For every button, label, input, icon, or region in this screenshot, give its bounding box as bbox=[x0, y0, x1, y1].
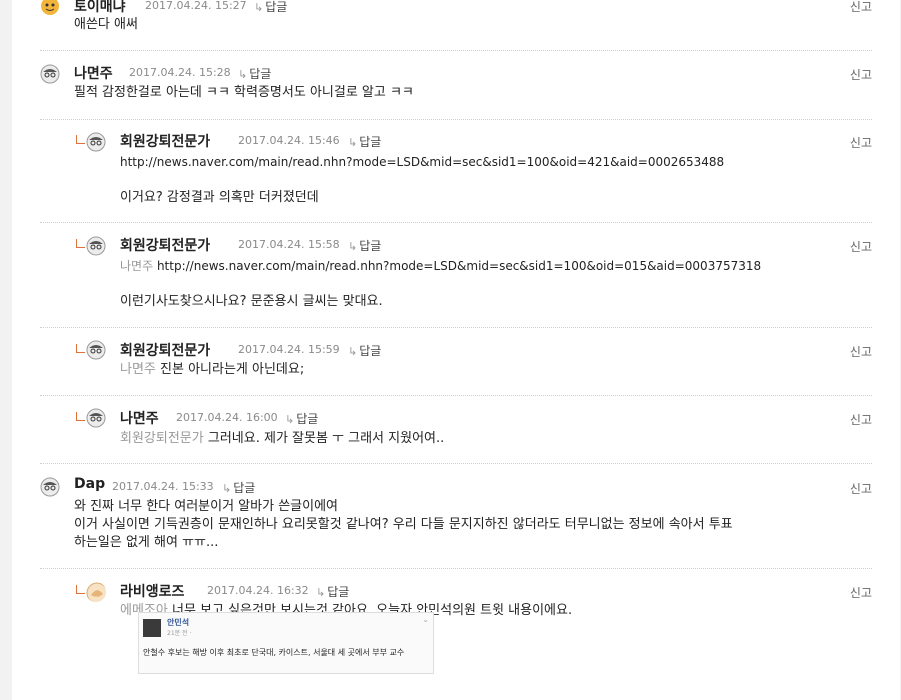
report-button[interactable]: 신고 bbox=[850, 0, 872, 15]
reply-arrow-icon: ↳ bbox=[285, 413, 295, 426]
report-button[interactable]: 신고 bbox=[850, 343, 872, 360]
reply-indent-marker bbox=[76, 412, 85, 421]
comment-text: 하는일은 없게 해여 ㅠㅠ... bbox=[74, 535, 219, 550]
comment-nick[interactable]: 회원강퇴전문가 bbox=[120, 340, 210, 360]
avatar bbox=[40, 477, 60, 497]
divider bbox=[40, 395, 872, 396]
reply-button[interactable]: ↳ 답글 bbox=[238, 65, 271, 82]
report-button[interactable]: 신고 bbox=[850, 411, 872, 428]
divider bbox=[40, 463, 872, 464]
comment-date: 2017.04.24. 15:58 bbox=[238, 238, 340, 251]
comment-nick[interactable]: 회원강퇴전문가 bbox=[120, 131, 210, 151]
comment-link-row: 나면주 http://news.naver.com/main/read.nhn?… bbox=[120, 257, 761, 275]
reply-indent-marker bbox=[76, 585, 85, 594]
comment-nick[interactable]: 나면주 bbox=[74, 63, 113, 83]
reply-arrow-icon: ↳ bbox=[238, 68, 248, 81]
comment-link[interactable]: http://news.naver.com/main/read.nhn?mode… bbox=[157, 259, 761, 273]
comment-text: 진본 아니라는게 아닌데요; bbox=[160, 362, 305, 377]
reply-button[interactable]: ↳ 답글 bbox=[316, 583, 349, 600]
comment-panel: 토이매냐 2017.04.24. 15:27 ↳ 답글 신고 애쓴다 애써 나면주… bbox=[12, 0, 900, 700]
chevron-down-icon: ⌄ bbox=[422, 615, 429, 624]
reply-button[interactable]: ↳ 답글 bbox=[222, 479, 255, 496]
comment-nick[interactable]: 토이매냐 bbox=[74, 0, 126, 16]
comment-date: 2017.04.24. 15:59 bbox=[238, 343, 340, 356]
report-button[interactable]: 신고 bbox=[850, 134, 872, 151]
reply-button[interactable]: ↳ 답글 bbox=[254, 0, 287, 15]
avatar bbox=[86, 340, 106, 360]
report-button[interactable]: 신고 bbox=[850, 584, 872, 601]
comment-date: 2017.04.24. 15:46 bbox=[238, 134, 340, 147]
avatar bbox=[86, 236, 106, 256]
reply-arrow-icon: ↳ bbox=[348, 240, 358, 253]
reply-arrow-icon: ↳ bbox=[348, 345, 358, 358]
avatar bbox=[40, 0, 60, 16]
report-button[interactable]: 신고 bbox=[850, 66, 872, 83]
reply-indent-marker bbox=[76, 239, 85, 248]
reply-indent-marker bbox=[76, 344, 85, 353]
divider bbox=[40, 50, 872, 51]
reply-button[interactable]: ↳ 답글 bbox=[348, 237, 381, 254]
avatar bbox=[86, 132, 106, 152]
mention[interactable]: 나면주 bbox=[120, 259, 153, 273]
reply-arrow-icon: ↳ bbox=[254, 1, 264, 14]
comment-nick[interactable]: 회원강퇴전문가 bbox=[120, 235, 210, 255]
comment-nick[interactable]: 라비앵로즈 bbox=[120, 581, 184, 601]
reply-button[interactable]: ↳ 답글 bbox=[348, 133, 381, 150]
divider bbox=[40, 327, 872, 328]
comment-text: 이런기사도찾으시나요? 문준용시 글씨는 맞대요. bbox=[120, 294, 383, 309]
report-button[interactable]: 신고 bbox=[850, 238, 872, 255]
divider bbox=[40, 222, 872, 223]
comment-text: 이거요? 감정결과 의혹만 더커졌던데 bbox=[120, 190, 319, 205]
embedded-tweet-image[interactable]: 안민석 21분 전 · ⌄ 안철수 후보는 해방 이후 최초로 단국대, 카이스… bbox=[138, 612, 434, 674]
comment-date: 2017.04.24. 16:32 bbox=[207, 584, 309, 597]
comment-text: 이거 사실이면 기득권층이 문재인하나 요리못할것 같나여? 우리 다들 문지지… bbox=[74, 517, 733, 532]
comment-nick[interactable]: Dap bbox=[74, 476, 105, 492]
comment-text-row: 나면주 진본 아니라는게 아닌데요; bbox=[120, 361, 304, 379]
comment-text: 그러네요. 제가 잘못봄 ㅜ 그래서 지웠어여.. bbox=[207, 431, 445, 446]
comment-text: 애쓴다 애써 bbox=[74, 17, 138, 32]
embed-name: 안민석 bbox=[167, 618, 190, 627]
reply-arrow-icon: ↳ bbox=[316, 586, 326, 599]
reply-arrow-icon: ↳ bbox=[348, 136, 358, 149]
report-button[interactable]: 신고 bbox=[850, 480, 872, 497]
embed-time: 21분 전 · bbox=[167, 630, 192, 637]
reply-button[interactable]: ↳ 답글 bbox=[348, 342, 381, 359]
comment-text: 필적 감정한걸로 아는데 ㅋㅋ 학력증명서도 아니걸로 알고 ㅋㅋ bbox=[74, 85, 414, 100]
mention[interactable]: 회원강퇴전문가 bbox=[120, 431, 204, 446]
divider bbox=[40, 568, 872, 569]
reply-button[interactable]: ↳ 답글 bbox=[285, 410, 318, 427]
mention[interactable]: 나면주 bbox=[120, 362, 156, 377]
comment-text: 와 진짜 너무 한다 여러분이거 알바가 쓴글이에여 bbox=[74, 499, 338, 514]
embed-text: 안철수 후보는 해방 이후 최초로 단국대, 카이스트, 서울대 세 곳에서 부… bbox=[143, 648, 405, 657]
avatar bbox=[40, 64, 60, 84]
reply-arrow-icon: ↳ bbox=[222, 482, 232, 495]
embed-avatar bbox=[143, 619, 161, 637]
comment-date: 2017.04.24. 15:27 bbox=[145, 0, 247, 12]
divider bbox=[40, 119, 872, 120]
comment-link[interactable]: http://news.naver.com/main/read.nhn?mode… bbox=[120, 153, 724, 171]
comment-text-row: 회원강퇴전문가 그러네요. 제가 잘못봄 ㅜ 그래서 지웠어여.. bbox=[120, 430, 444, 448]
comment-date: 2017.04.24. 16:00 bbox=[176, 411, 278, 424]
comment-date: 2017.04.24. 15:28 bbox=[129, 66, 231, 79]
reply-indent-marker bbox=[76, 135, 85, 144]
avatar bbox=[86, 582, 106, 602]
comment-date: 2017.04.24. 15:33 bbox=[112, 480, 214, 493]
comment-nick[interactable]: 나면주 bbox=[120, 408, 159, 428]
avatar bbox=[86, 408, 106, 428]
